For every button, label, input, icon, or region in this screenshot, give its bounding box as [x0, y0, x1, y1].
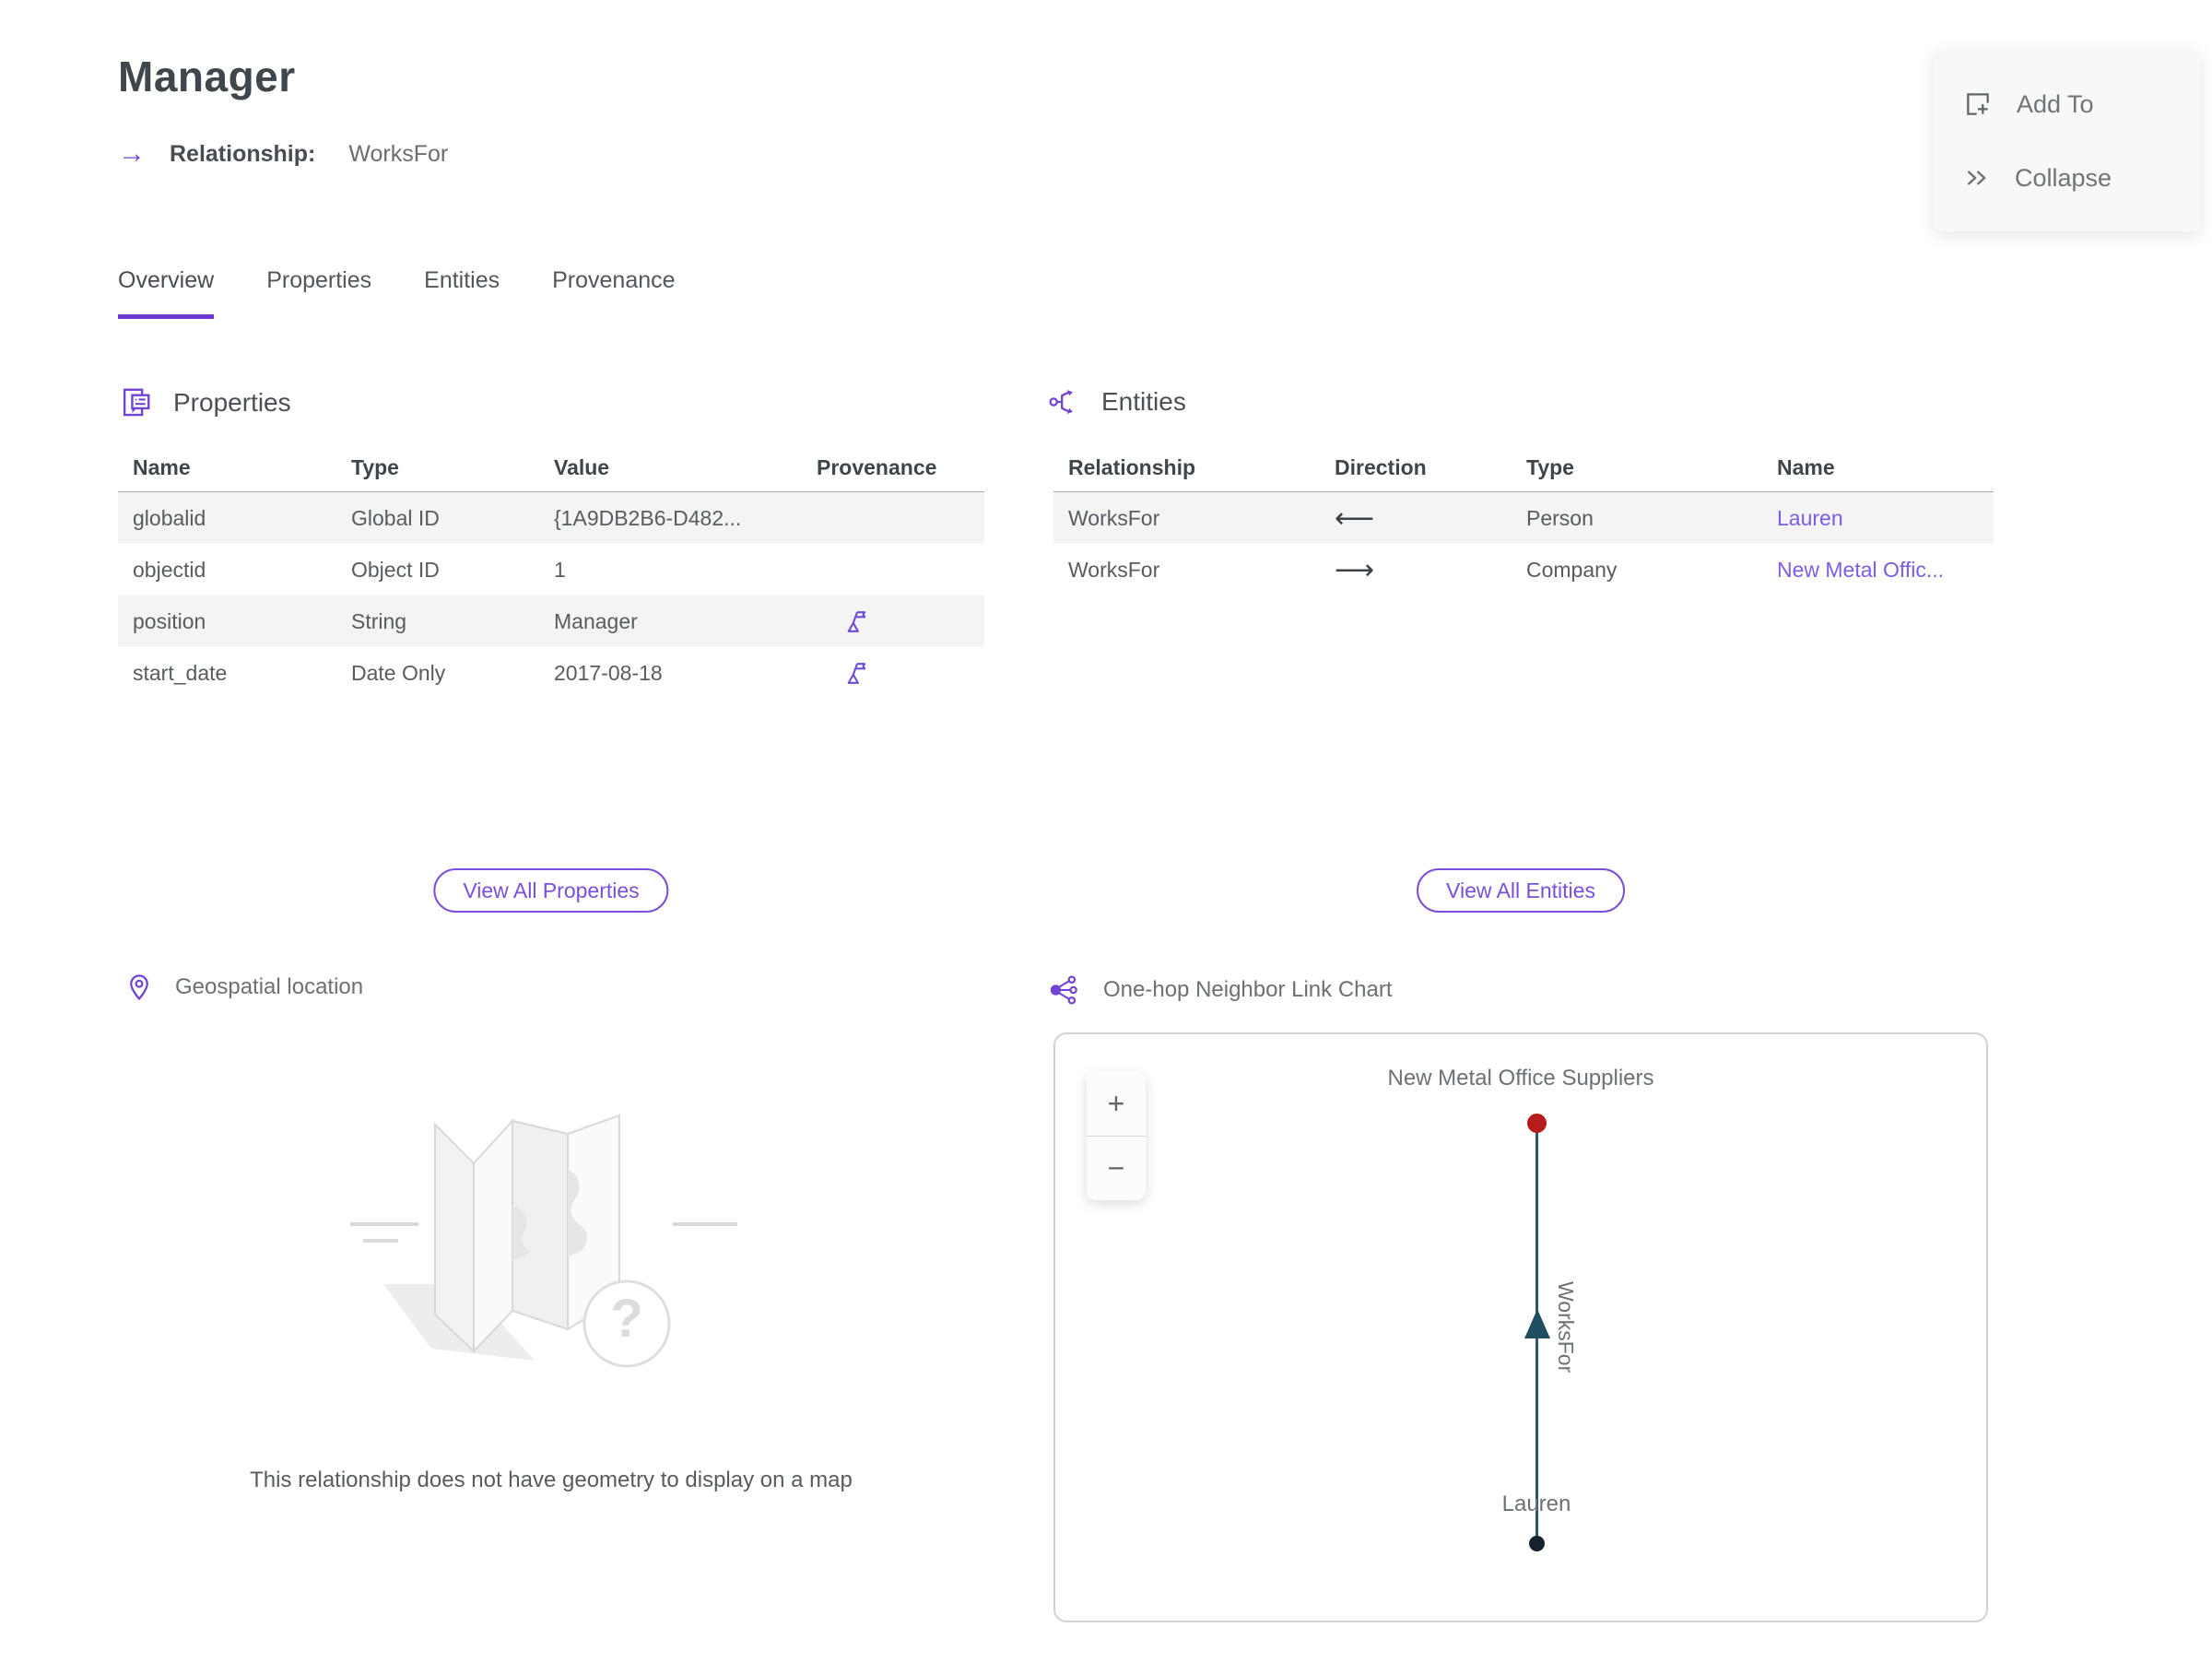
edge-arrowhead-icon [1524, 1309, 1550, 1338]
action-panel: Add To Collapse [1934, 51, 2201, 231]
provenance-flag-icon[interactable] [844, 608, 870, 634]
node-label-company: New Metal Office Suppliers [1387, 1066, 1654, 1090]
cell-value: 1 [554, 557, 566, 582]
add-to-button[interactable]: Add To [1934, 89, 2201, 119]
no-geometry-message: This relationship does not have geometry… [250, 1468, 853, 1492]
tab-properties[interactable]: Properties [266, 267, 371, 319]
col-direction: Direction [1335, 455, 1427, 479]
cell-type: Object ID [351, 557, 440, 582]
node-company[interactable] [1527, 1114, 1547, 1133]
view-all-entities-button[interactable]: View All Entities [1417, 868, 1625, 913]
cell-type: Date Only [351, 660, 446, 685]
properties-table: Name Type Value Provenance globalid Glob… [118, 444, 984, 699]
entities-graph-icon [1048, 385, 1081, 418]
col-value: Value [554, 455, 610, 479]
tab-provenance[interactable]: Provenance [552, 267, 675, 319]
col-relationship: Relationship [1068, 455, 1196, 479]
map-pin-icon [125, 973, 153, 1001]
entities-table: Relationship Direction Type Name WorksFo… [1053, 444, 1994, 595]
cell-value: {1A9DB2B6-D482... [554, 505, 742, 530]
cell-relationship: WorksFor [1068, 505, 1160, 530]
relationship-detail-page: Manager → Relationship: WorksFor Add To [0, 0, 2212, 1674]
table-row: WorksFor ⟵ Person Lauren [1053, 492, 1994, 544]
cell-name: objectid [133, 557, 206, 582]
tab-bar: Overview Properties Entities Provenance [118, 267, 676, 319]
cell-provenance [802, 608, 984, 634]
svg-text:?: ? [610, 1289, 642, 1349]
cell-name: start_date [133, 660, 228, 685]
zoom-out-button[interactable]: − [1087, 1136, 1146, 1200]
table-row: start_date Date Only 2017-08-18 [118, 647, 984, 699]
cell-provenance [802, 660, 984, 686]
properties-table-header: Name Type Value Provenance [118, 444, 984, 492]
col-type: Type [351, 455, 399, 479]
entities-section-header: Entities [1048, 385, 1186, 418]
geospatial-section-header: Geospatial location [125, 973, 363, 1001]
cell-type: Person [1526, 505, 1594, 530]
page-title: Manager [118, 53, 296, 100]
link-chart-canvas[interactable]: + − New Metal Office Suppliers WorksFor … [1053, 1032, 1988, 1622]
view-all-properties-button[interactable]: View All Properties [433, 868, 669, 913]
collapse-button[interactable]: Collapse [1934, 164, 2201, 193]
properties-section-header: Properties [118, 385, 291, 420]
cell-type: Company [1526, 557, 1618, 582]
link-chart-icon [1048, 973, 1081, 1007]
breadcrumb: → Relationship: WorksFor [118, 140, 448, 168]
subtitle-value: WorksFor [348, 140, 449, 167]
add-to-label: Add To [2017, 89, 2094, 118]
empty-map-illustration: ? [350, 1114, 737, 1368]
table-row: WorksFor ⟶ Company New Metal Offic... [1053, 544, 1994, 595]
cell-value: 2017-08-18 [554, 660, 663, 685]
add-to-icon [1963, 89, 1993, 119]
entities-table-header: Relationship Direction Type Name [1053, 444, 1994, 492]
node-person[interactable] [1529, 1536, 1545, 1551]
properties-note-icon [118, 385, 153, 420]
entity-name-link[interactable]: New Metal Offic... [1762, 558, 1994, 583]
col-provenance: Provenance [817, 455, 937, 479]
direction-left-arrow-icon: ⟵ [1335, 502, 1375, 534]
properties-section-title: Properties [173, 388, 291, 417]
cell-relationship: WorksFor [1068, 557, 1160, 582]
cell-value: Manager [554, 608, 638, 633]
col-name: Name [1777, 455, 1835, 479]
entity-name-link[interactable]: Lauren [1762, 506, 1994, 531]
table-row: objectid Object ID 1 [118, 544, 984, 595]
collapse-chevrons-icon [1963, 164, 1991, 192]
tab-overview[interactable]: Overview [118, 267, 215, 319]
entities-section-title: Entities [1101, 387, 1186, 416]
edge-label: WorksFor [1554, 1281, 1578, 1373]
cell-name: position [133, 608, 206, 633]
link-chart-section-title: One-hop Neighbor Link Chart [1103, 977, 1393, 1002]
collapse-label: Collapse [2015, 163, 2112, 192]
cell-name: globalid [133, 505, 206, 530]
subtitle-label: Relationship: [170, 140, 316, 167]
col-type: Type [1526, 455, 1574, 479]
geospatial-section-title: Geospatial location [175, 974, 364, 999]
col-name: Name [133, 455, 191, 479]
direction-right-arrow-icon: ⟶ [1335, 554, 1375, 585]
node-label-person: Lauren [1501, 1491, 1571, 1516]
relationship-arrow-icon: → [118, 138, 146, 169]
table-row: globalid Global ID {1A9DB2B6-D482... [118, 492, 984, 544]
link-chart-section-header: One-hop Neighbor Link Chart [1048, 973, 1393, 1007]
cell-type: Global ID [351, 505, 440, 530]
tab-entities[interactable]: Entities [424, 267, 500, 319]
provenance-flag-icon[interactable] [844, 660, 870, 686]
cell-type: String [351, 608, 407, 633]
table-row: position String Manager [118, 595, 984, 647]
